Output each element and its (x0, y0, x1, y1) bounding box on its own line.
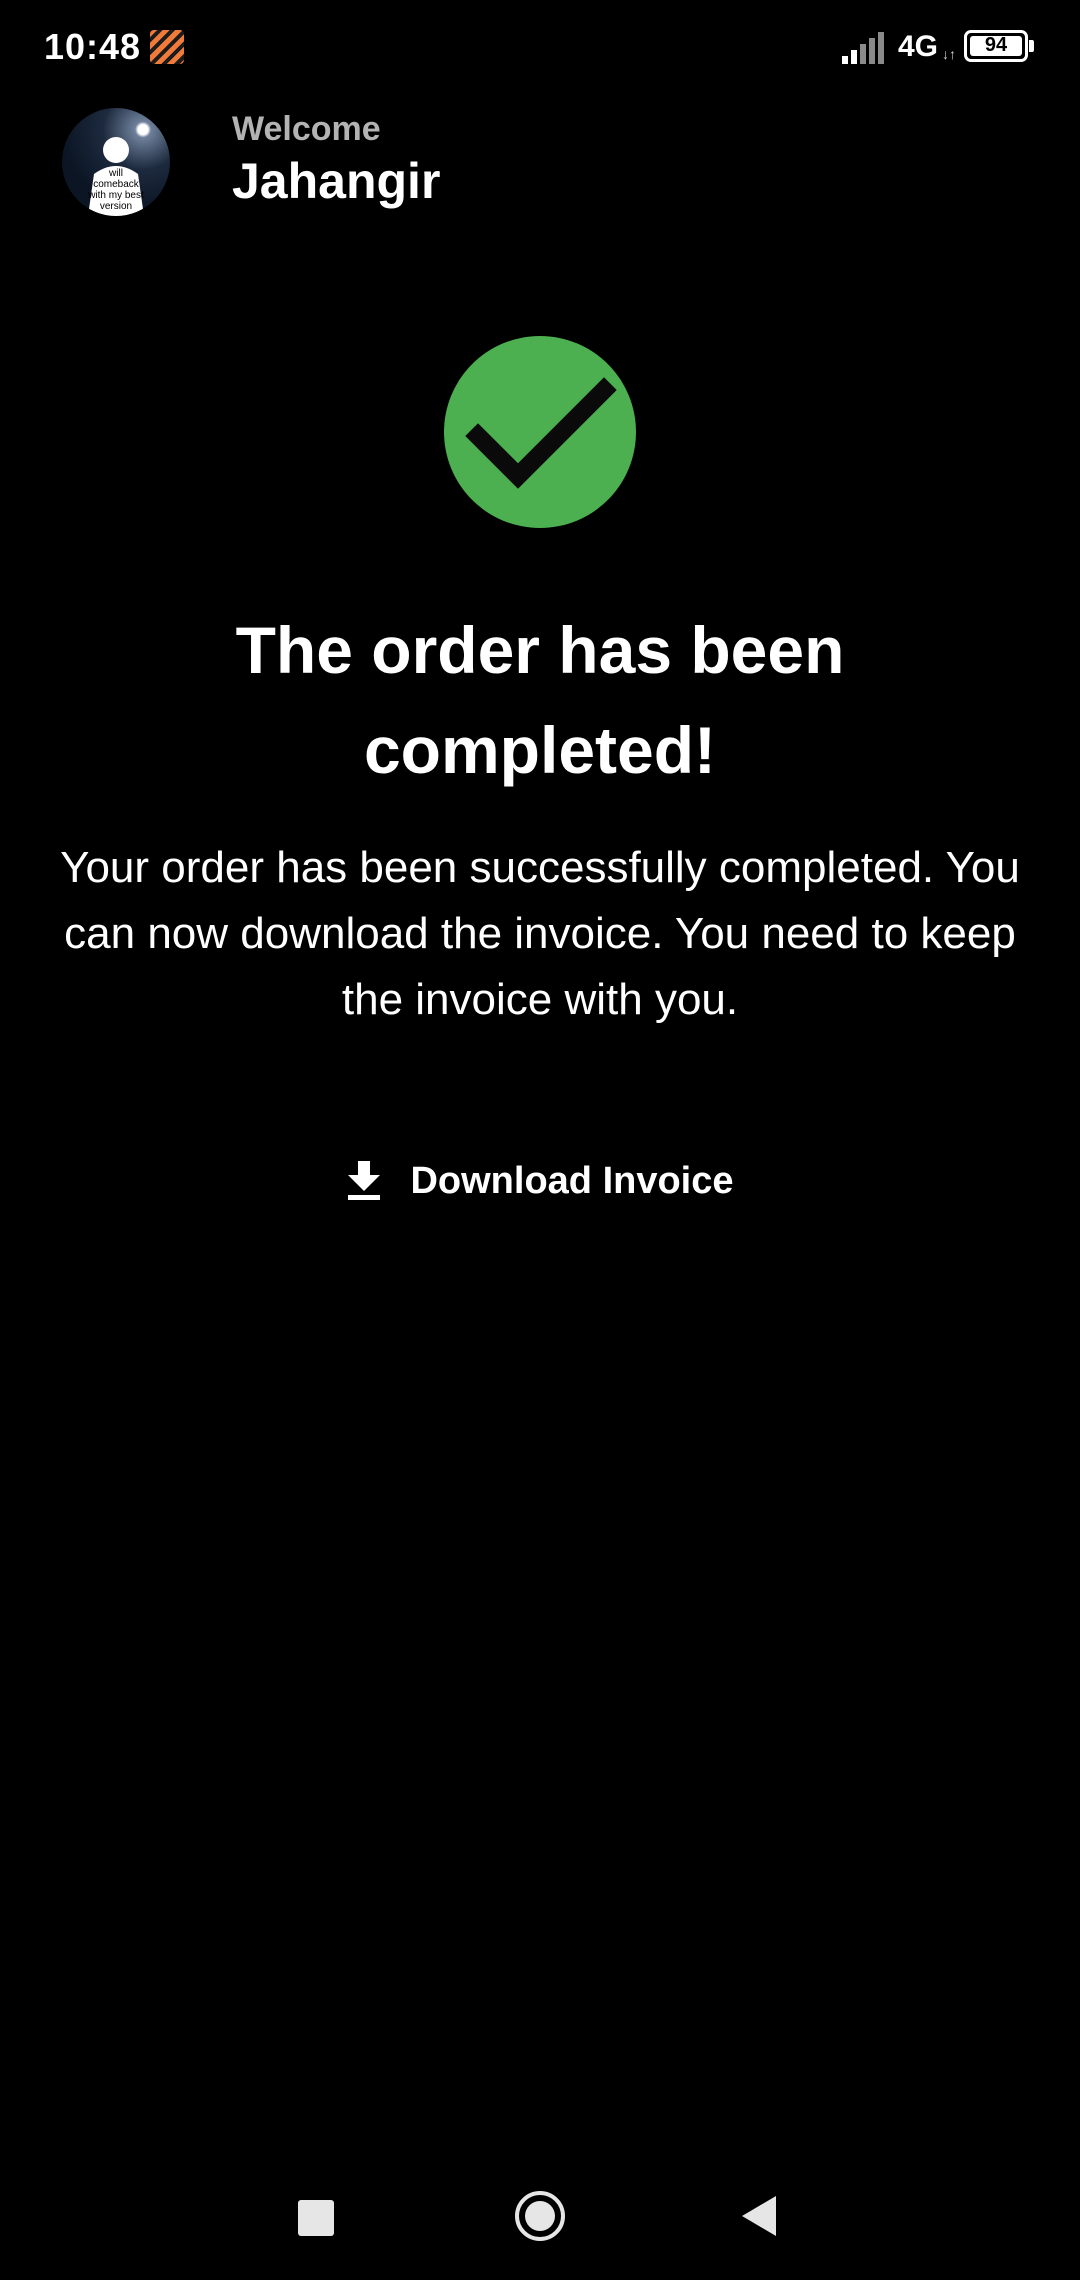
network-type: 4G (898, 30, 939, 63)
check-circle-icon (444, 336, 636, 528)
network-activity-icon: ↓↑ (942, 46, 956, 62)
battery-tip (1029, 40, 1034, 52)
signal-icon (842, 32, 884, 64)
status-bar: 10:48 4G ↓↑ 94 (0, 0, 1080, 96)
app-notification-icon (150, 30, 184, 64)
download-icon (348, 1161, 381, 1200)
download-invoice-label: Download Invoice (410, 1159, 734, 1202)
welcome-label: Welcome (232, 110, 381, 148)
status-time: 10:48 (44, 26, 142, 67)
recents-icon[interactable] (298, 2200, 334, 2236)
avatar[interactable]: will comeback with my best version (62, 108, 170, 216)
back-icon[interactable] (742, 2196, 776, 2236)
home-icon[interactable] (515, 2191, 565, 2241)
avatar-caption: will comeback with my best version (88, 168, 144, 212)
order-complete-title: The order has been completed! (235, 613, 845, 787)
battery-icon: 94 (964, 30, 1028, 62)
user-name: Jahangir (232, 153, 441, 209)
system-nav-bar (0, 2160, 1080, 2280)
battery-level: 94 (984, 34, 1008, 56)
order-complete-message: Your order has been successfully complet… (60, 843, 1020, 1024)
download-invoice-button[interactable]: Download Invoice (320, 1136, 760, 1226)
